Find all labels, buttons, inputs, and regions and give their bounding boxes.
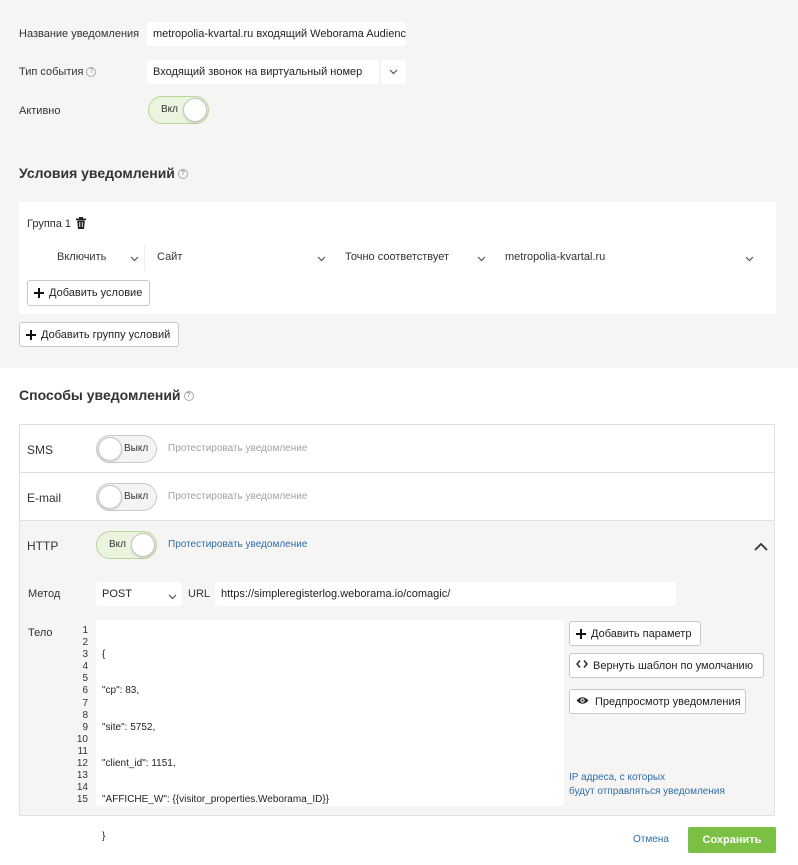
- plus-icon: [576, 628, 586, 639]
- active-toggle[interactable]: Вкл: [148, 96, 209, 124]
- help-icon[interactable]: ?: [177, 169, 188, 180]
- reset-template-label: Вернуть шаблон по умолчанию: [593, 659, 753, 672]
- help-icon[interactable]: ?: [86, 67, 97, 78]
- chevron-down-icon: [317, 253, 326, 265]
- url-label: URL: [188, 588, 211, 600]
- line-number: 7: [82, 697, 88, 709]
- line-number: 4: [82, 661, 88, 673]
- line-number: 10: [76, 733, 88, 745]
- toggle-knob: [183, 98, 207, 122]
- http-test-link[interactable]: Протестировать уведомление: [168, 539, 307, 550]
- add-param-label: Добавить параметр: [591, 627, 692, 640]
- chevron-down-icon: [477, 253, 486, 265]
- code-line: "client_id": 1151,: [102, 758, 176, 770]
- line-number: 2: [82, 637, 88, 649]
- line-number: 9: [82, 721, 88, 733]
- eye-icon: [576, 696, 589, 708]
- event-type-label-text: Тип события: [19, 66, 84, 78]
- ip-note-link[interactable]: IP адреса, с которых: [569, 772, 665, 783]
- sms-test-link[interactable]: Протестировать уведомление: [168, 443, 307, 454]
- line-number: 14: [76, 782, 88, 794]
- line-number: 1: [82, 625, 88, 636]
- plus-icon: [34, 288, 44, 298]
- body-code: { "cp": 83, "site": 5752, "client_id": 1…: [102, 625, 329, 855]
- preview-label: Предпросмотр уведомления: [595, 695, 741, 708]
- cancel-button[interactable]: Отмена: [633, 834, 669, 845]
- add-group-label: Добавить группу условий: [41, 328, 171, 341]
- add-condition-button[interactable]: Добавить условие: [27, 280, 150, 306]
- chevron-down-icon: [130, 253, 139, 265]
- line-number: 13: [76, 770, 88, 782]
- group-label: Группа 1: [27, 218, 72, 230]
- field-select[interactable]: Сайт: [151, 245, 333, 271]
- line-number: 11: [77, 745, 88, 757]
- sms-toggle[interactable]: Выкл: [96, 435, 157, 463]
- email-toggle-label: Выкл: [124, 491, 149, 502]
- line-number: 3: [82, 649, 88, 661]
- operator-value: Точно соответствует: [345, 251, 450, 263]
- add-param-button[interactable]: Добавить параметр: [569, 621, 701, 646]
- email-test-link[interactable]: Протестировать уведомление: [168, 491, 307, 502]
- http-label: HTTP: [27, 539, 59, 553]
- include-value: Включить: [57, 251, 107, 263]
- body-label: Тело: [28, 627, 53, 639]
- operator-select[interactable]: Точно соответствует: [340, 245, 492, 271]
- notification-name-input[interactable]: metropolia-kvartal.ru входящий Weborama …: [147, 22, 406, 46]
- method-label: Метод: [28, 588, 61, 600]
- http-toggle-label: Вкл: [109, 539, 126, 550]
- add-condition-label: Добавить условие: [49, 287, 143, 299]
- active-label: Активно: [19, 105, 61, 117]
- code-line: {: [102, 649, 106, 661]
- add-group-button[interactable]: Добавить группу условий: [19, 322, 179, 347]
- line-number: 8: [82, 709, 88, 721]
- method-select[interactable]: POST: [96, 582, 182, 606]
- code-line: "site": 5752,: [102, 721, 156, 733]
- line-number: 12: [76, 758, 88, 770]
- toggle-knob: [131, 533, 155, 557]
- field-value: Сайт: [157, 251, 183, 263]
- toggle-knob: [98, 437, 122, 461]
- line-number: 5: [82, 673, 88, 685]
- code-line: "AFFICHE_W": {{visitor_properties.Webora…: [102, 794, 330, 806]
- trash-icon[interactable]: [76, 217, 86, 232]
- event-type-dropdown[interactable]: [381, 60, 406, 84]
- url-input[interactable]: https://simpleregisterlog.weborama.io/co…: [215, 582, 676, 606]
- plus-icon: [26, 329, 36, 340]
- email-toggle[interactable]: Выкл: [96, 483, 157, 511]
- line-number: 15: [76, 794, 88, 806]
- active-toggle-label: Вкл: [161, 104, 178, 115]
- reset-template-button[interactable]: Вернуть шаблон по умолчанию: [569, 653, 764, 678]
- code-line: "cp": 83,: [102, 685, 140, 697]
- chevron-up-icon[interactable]: [754, 542, 768, 554]
- line-numbers: 1 2 3 4 5 6 7 8 9 10 11 12 13 14 15: [70, 625, 88, 806]
- toggle-knob: [98, 485, 122, 509]
- save-button[interactable]: Сохранить: [688, 827, 776, 853]
- methods-title: Способы уведомлений?: [19, 387, 194, 403]
- value-select[interactable]: metropolia-kvartal.ru: [500, 245, 762, 271]
- chevron-down-icon: [168, 591, 177, 603]
- code-line: }: [102, 830, 106, 842]
- condition-value: metropolia-kvartal.ru: [505, 251, 606, 263]
- method-value: POST: [102, 588, 132, 600]
- chevron-down-icon: [389, 66, 398, 78]
- help-icon[interactable]: ?: [183, 391, 194, 402]
- conditions-title-text: Условия уведомлений: [19, 165, 175, 181]
- conditions-title: Условия уведомлений?: [19, 165, 188, 181]
- email-label: E-mail: [27, 491, 62, 505]
- line-number: 6: [82, 685, 88, 697]
- include-select[interactable]: Включить: [27, 245, 145, 271]
- event-type-select[interactable]: Входящий звонок на виртуальный номер: [147, 60, 379, 84]
- code-icon: [576, 659, 588, 672]
- name-label: Название уведомления: [19, 28, 140, 40]
- ip-note-link-line2[interactable]: будут отправляться уведомления: [569, 786, 725, 797]
- event-type-label: Тип события?: [19, 66, 97, 78]
- sms-label: SMS: [27, 443, 54, 457]
- preview-button[interactable]: Предпросмотр уведомления: [569, 689, 746, 714]
- methods-title-text: Способы уведомлений: [19, 387, 181, 403]
- chevron-down-icon: [745, 253, 754, 265]
- sms-toggle-label: Выкл: [124, 443, 149, 454]
- http-toggle[interactable]: Вкл: [96, 531, 157, 559]
